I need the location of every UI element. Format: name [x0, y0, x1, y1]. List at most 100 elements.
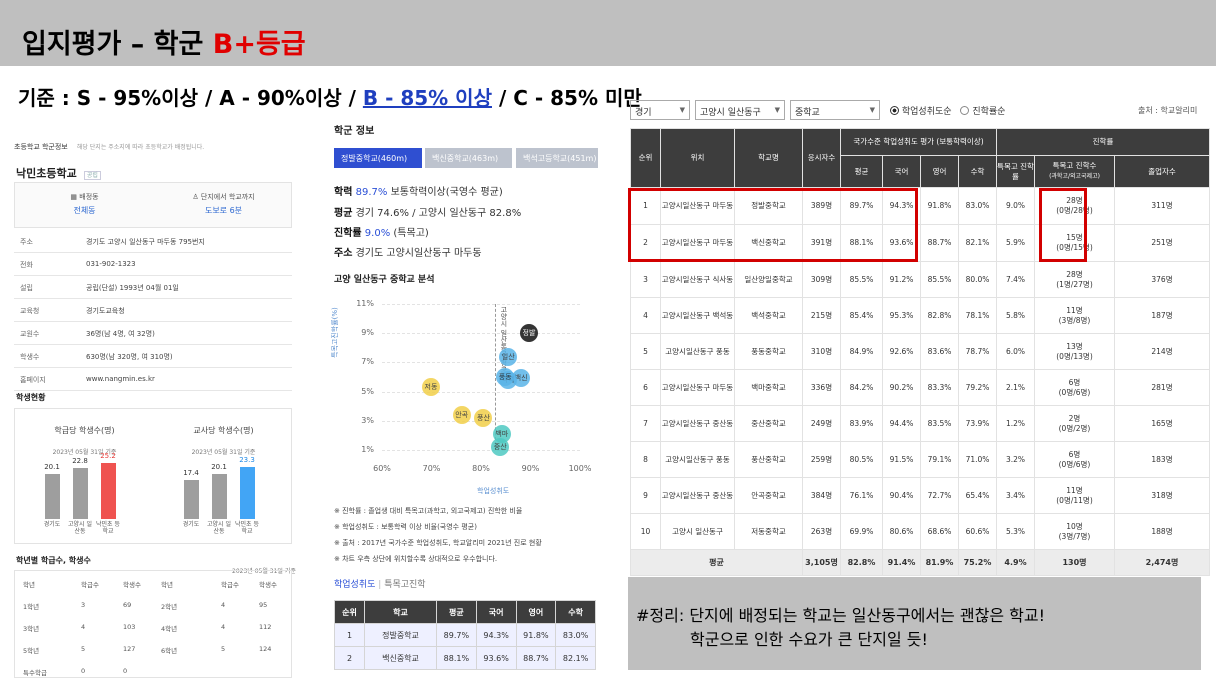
bar-value: 22.8: [72, 457, 88, 465]
summary-box: #정리: 단지에 배정되는 학교는 일산동구에서는 괜찮은 학교! 학군으로 인…: [628, 577, 1201, 670]
info-achievement: 학력 89.7% 보통학력이상(국영수 평균): [334, 187, 503, 198]
grade-cell: 5학년: [23, 647, 40, 655]
gridline: [382, 391, 580, 393]
ranking-row[interactable]: 6 고양시일산동구 마두동 백마중학교 336명 84.2% 90.2% 83.3% 79.2…: [630, 369, 1210, 406]
ranking-row[interactable]: 8 고양시일산동구 풍동 풍산중학교 259명 80.5% 91.5% 79.1% 71.0%…: [630, 441, 1210, 478]
grade-cell: 6학년: [161, 647, 178, 655]
grade-cell: 2학년: [161, 603, 178, 611]
ranking-row[interactable]: 10 고양시 일산동구 저동중학교 263명 69.9% 80.6% 68.6% 60.6% 5…: [630, 513, 1210, 550]
source-label: 출처 : 학교알리미: [1138, 106, 1198, 115]
radio-rate[interactable]: 진학률순: [960, 106, 1005, 117]
note-1: ※ 진학률 : 졸업생 대비 특목고(과학고, 외고국제고) 진학한 비율: [334, 507, 523, 515]
note-2: ※ 학업성취도 : 보통학력 이상 비율(국영수 평균): [334, 523, 477, 531]
school-type-select[interactable]: 중학교 ▼: [790, 100, 880, 120]
grade-cell: 5: [81, 645, 86, 653]
grade-header: 학년: [161, 581, 173, 589]
chart1-title: 학급당 학생수(명): [54, 426, 115, 435]
y-tick: 1%: [361, 445, 374, 454]
bar: [184, 480, 199, 519]
info-row-founded: 설립 공립(단설) 1993년 04월 01일: [14, 276, 292, 299]
distance-value[interactable]: 도보로 6분: [154, 205, 293, 216]
y-tick: 5%: [361, 386, 374, 396]
status-charts: 학급당 학생수(명) 2023년 05월 31일 기준 20.1 경기도 22.8 고…: [14, 408, 292, 544]
bar-label: 경기도: [182, 521, 200, 528]
gridline: [382, 304, 580, 305]
school-name: 낙민초등학교: [16, 167, 77, 180]
title-main: 입지평가 – 학군: [22, 29, 213, 60]
mini-table-header: 순위 학교 평균 국어 영어 수학: [334, 600, 596, 624]
x-tick: 90%: [521, 464, 540, 473]
tab-baekseok[interactable]: 백석고등학교(451m): [516, 148, 598, 168]
radio-achievement[interactable]: 학업성취도순: [890, 106, 952, 117]
info-row-homepage: 홈페이지 www.nangmin.es.kr: [14, 368, 292, 391]
mini-table-row[interactable]: 2 백신중학교 88.1% 93.6% 88.7% 82.1%: [334, 646, 596, 670]
scatter-point[interactable]: 정발: [520, 324, 538, 343]
ranking-row[interactable]: 3 고양시일산동구 식사동 일산양일중학교 309명 85.5% 91.2% 85.5% 80…: [630, 261, 1210, 298]
grade-cell: 127: [123, 645, 136, 653]
bar-value: 23.3: [239, 456, 255, 464]
distance-label: ♙ 단지에서 학교까지: [192, 193, 255, 201]
tab-baeksin[interactable]: 백신중학교(463m): [425, 148, 512, 168]
tab-jeongbal[interactable]: 정발중학교(460m): [334, 148, 422, 168]
criteria-part2: B - 85% 이상: [362, 86, 492, 110]
grade-cell: 69: [123, 601, 132, 609]
bar-label: 낙민초 등학교: [96, 521, 120, 535]
status-title: 학생현황: [16, 393, 46, 402]
y-tick: 3%: [361, 415, 374, 425]
scatter-point[interactable]: 풍산: [474, 408, 493, 427]
scatter-point[interactable]: 일산: [499, 347, 518, 366]
grade-cell: 3학년: [23, 625, 40, 633]
grade-cell: 4: [221, 623, 226, 631]
grade-header: 학급수: [81, 581, 99, 589]
region-select[interactable]: 경기 ▼: [630, 100, 690, 120]
subtab-special[interactable]: 특목고진학: [384, 580, 425, 590]
title-bar: 입지평가 – 학군 B+등급: [0, 0, 1216, 66]
ranking-row[interactable]: 5 고양시일산동구 풍동 풍동중학교 310명 84.9% 92.6% 83.6% 78.7%…: [630, 333, 1210, 370]
info-row-address: 주소 경기도 고양시 일산동구 마두동 795번지: [14, 230, 292, 253]
note-4: ※ 차트 우측 상단에 위치할수록 상대적으로 우수합니다.: [334, 555, 498, 563]
sort-radios: 학업성취도순 진학률순: [890, 104, 1005, 117]
grade-cell: 3: [81, 601, 86, 609]
assign-dong-value[interactable]: 전체동: [15, 205, 154, 216]
ranking-row[interactable]: 4 고양시일산동구 백석동 백석중학교 215명 85.4% 95.3% 82.8% 78.1…: [630, 297, 1210, 334]
y-tick: 9%: [361, 328, 374, 338]
bar-label: 고양시 일산동: [207, 521, 231, 535]
radio-unchecked-icon: [960, 106, 970, 115]
bar-value: 20.1: [211, 463, 227, 471]
radio-checked-icon: [890, 106, 899, 115]
info-row-teachers: 교원수 36명(남 4명, 여 32명): [14, 322, 292, 345]
x-tick: 70%: [422, 464, 441, 473]
ranking-average-row: 평균 3,105명 82.8% 91.4% 81.9% 75.2% 4.9% 1…: [630, 549, 1210, 576]
info-row-office: 교육청 경기도교육청: [14, 299, 292, 322]
info-address: 주소 경기도 고양시일산동구 마두동: [334, 248, 482, 259]
grade-cell: 4: [221, 601, 226, 609]
info-average: 평균 경기 74.6% / 고양시 일산동구 82.8%: [334, 208, 522, 219]
bar-label: 고양시 일산동: [68, 521, 92, 535]
district-select[interactable]: 고양시 일산동구 ▼: [695, 100, 785, 120]
info-rate: 진학률 9.0% (특목고): [334, 228, 429, 239]
assign-dong-label: ▦ 배정동: [70, 193, 99, 201]
scatter-point[interactable]: 안곡: [452, 405, 471, 424]
grade-cell: 112: [259, 623, 272, 631]
homepage-link[interactable]: www.nangmin.es.kr: [86, 375, 155, 383]
assign-box: ▦ 배정동 전체동 ♙ 단지에서 학교까지 도보로 6분: [14, 182, 292, 228]
ranking-row[interactable]: 7 고양시일산동구 중산동 중산중학교 249명 83.9% 94.4% 83.5% 73.9…: [630, 405, 1210, 442]
ranking-header-row1: 순위 위치 학교명 응시자수 국가수준 학업성취도 평가 (보통학력이상) 진학…: [630, 128, 1210, 188]
grade-table-title: 학년별 학급수, 학생수: [16, 556, 91, 565]
info-row-phone: 전화 031-902-1323: [14, 253, 292, 276]
scatter-title: 고양 일산동구 중학교 분석: [334, 275, 435, 285]
bar: [73, 468, 88, 519]
x-tick: 80%: [472, 464, 490, 473]
y-tick: 7%: [361, 357, 374, 367]
mini-table-row[interactable]: 1 정발중학교 89.7% 94.3% 91.8% 83.0%: [334, 623, 596, 647]
grade-header: 학생수: [259, 581, 277, 589]
scatter-point[interactable]: 저동: [422, 378, 440, 397]
grade-header: 학생수: [123, 581, 141, 589]
subtab-achievement[interactable]: 학업성취도: [334, 580, 375, 590]
bar-value: 17.4: [183, 469, 199, 477]
ranking-row[interactable]: 9 고양시일산동구 중산동 안곡중학교 384명 76.1% 90.4% 72.7% 65.4…: [630, 477, 1210, 514]
grade-cell: 1학년: [23, 603, 40, 611]
panel-header-label: 초등학교 학군정보: [14, 143, 68, 151]
scatter-point[interactable]: 중산: [491, 438, 510, 457]
bar: [45, 474, 60, 519]
